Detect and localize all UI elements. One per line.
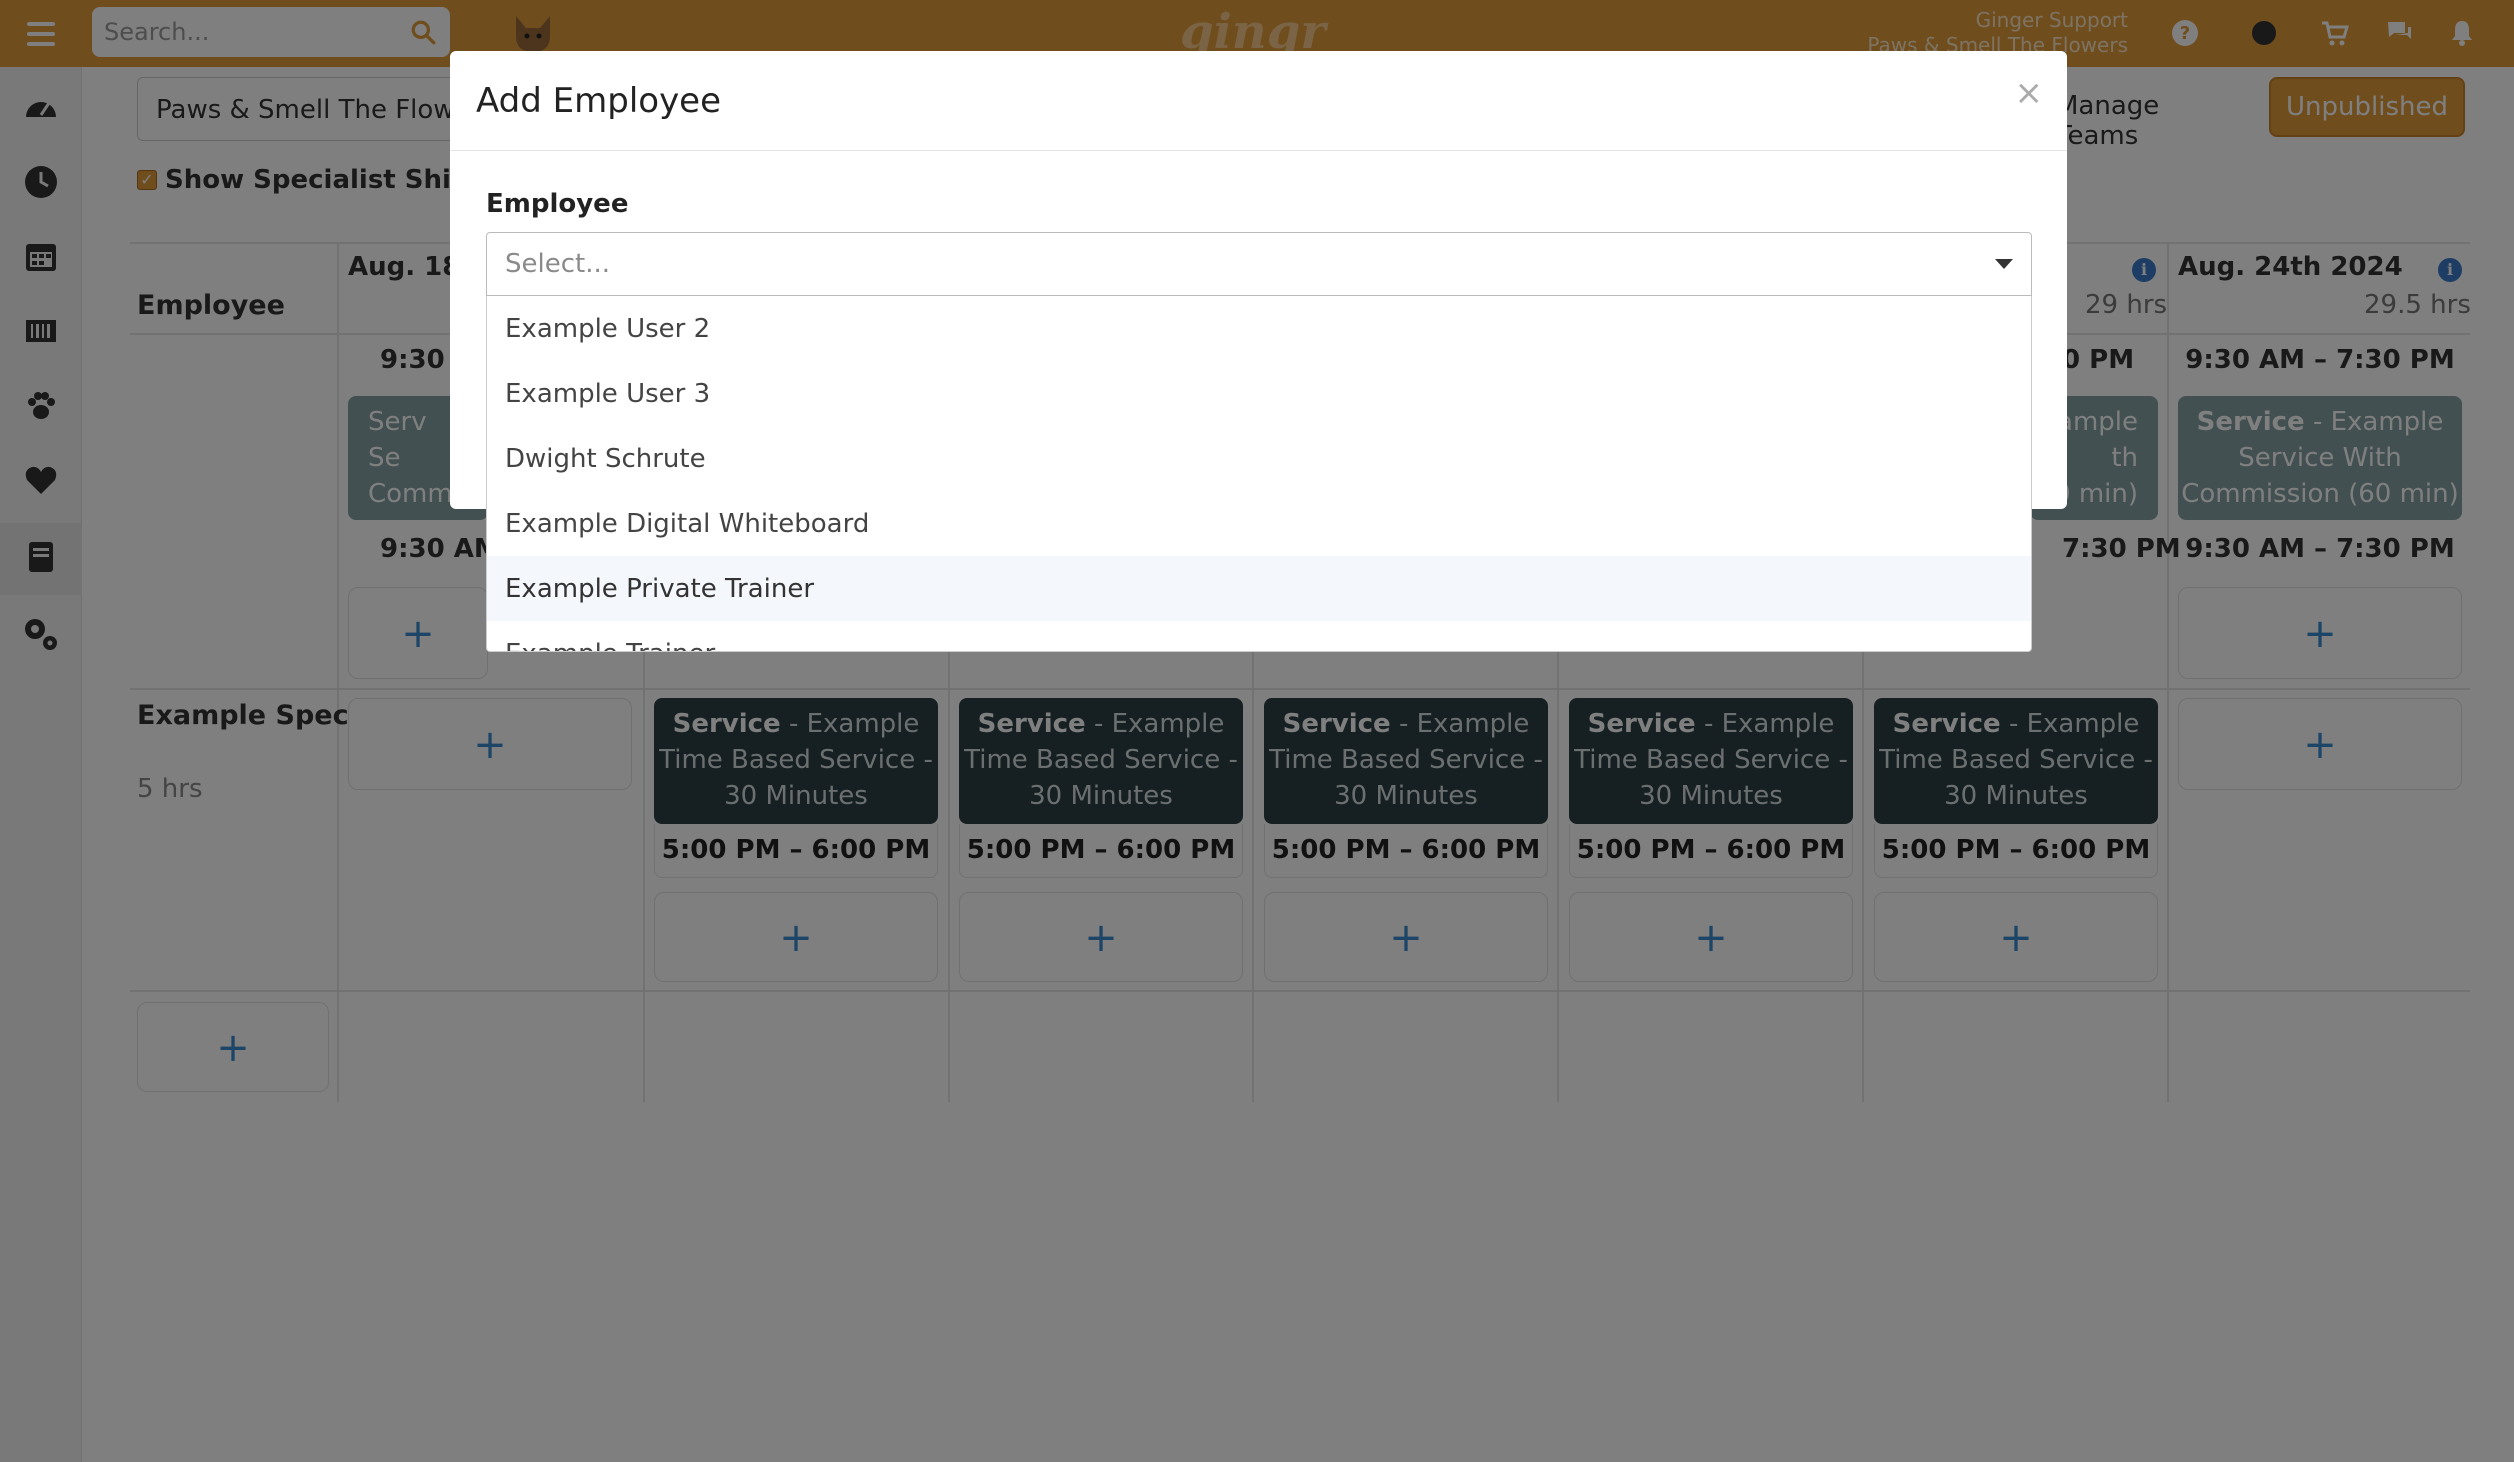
employee-select-placeholder: Select... <box>505 249 611 279</box>
close-icon[interactable]: × <box>2015 73 2044 113</box>
dropdown-option[interactable]: Example Trainer <box>487 621 2031 651</box>
dropdown-option[interactable]: Example User 3 <box>487 361 2031 426</box>
dropdown-option[interactable]: Example User 2 <box>487 296 2031 361</box>
dropdown-option[interactable]: Dwight Schrute <box>487 426 2031 491</box>
dropdown-option-highlighted[interactable]: Example Private Trainer <box>487 556 2031 621</box>
modal-title: Add Employee <box>476 81 722 121</box>
employee-select[interactable]: Select... <box>486 232 2032 296</box>
employee-dropdown-list: Example User 2 Example User 3 Dwight Sch… <box>486 296 2032 652</box>
employee-field-label: Employee <box>486 189 629 219</box>
dropdown-option[interactable]: Example Digital Whiteboard <box>487 491 2031 556</box>
chevron-down-icon[interactable] <box>1995 259 2013 269</box>
modal-header: Add Employee × <box>450 51 2067 151</box>
